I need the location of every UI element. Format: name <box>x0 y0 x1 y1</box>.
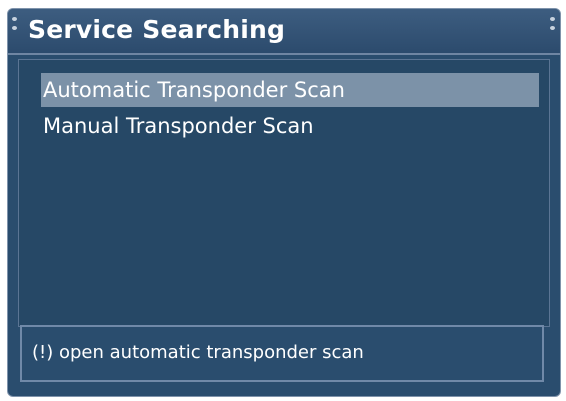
title-bar: Service Searching <box>8 9 560 55</box>
menu-item-manual-transponder-scan[interactable]: Manual Transponder Scan <box>41 109 539 143</box>
corner-dots-left-icon <box>12 17 18 37</box>
corner-dots-right-icon <box>550 17 556 37</box>
status-bar: (!) open automatic transponder scan <box>20 325 544 382</box>
dialog-title: Service Searching <box>28 15 286 44</box>
menu-item-automatic-transponder-scan[interactable]: Automatic Transponder Scan <box>41 73 539 107</box>
status-hint-text: (!) open automatic transponder scan <box>32 342 364 363</box>
menu-list: Automatic Transponder Scan Manual Transp… <box>18 59 550 327</box>
